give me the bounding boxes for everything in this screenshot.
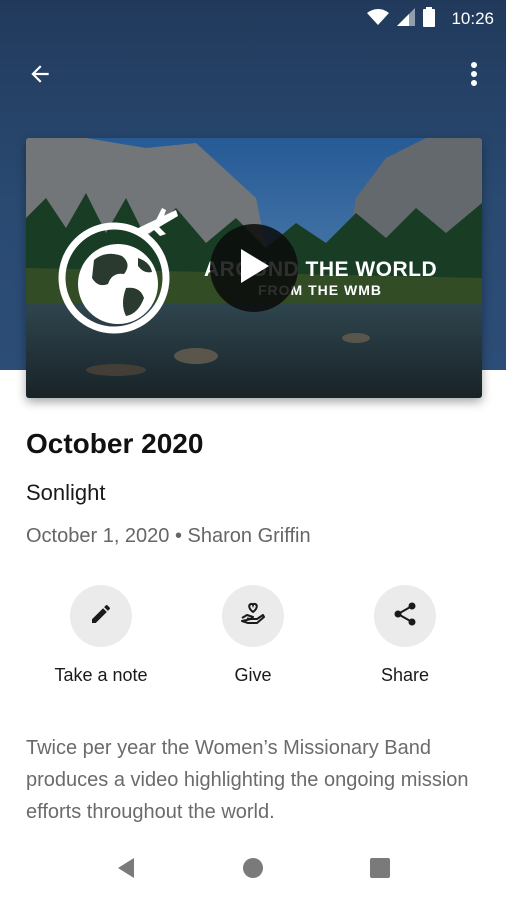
description-text: Twice per year the Women’s Missionary Ba… xyxy=(26,737,469,823)
arrow-back-icon xyxy=(27,61,53,92)
nav-home-icon xyxy=(242,857,264,884)
battery-icon xyxy=(423,6,436,32)
series-name: Sonlight xyxy=(26,480,106,505)
nav-recents-icon xyxy=(370,857,390,883)
nav-back-icon xyxy=(116,857,136,884)
give-button[interactable]: Give xyxy=(178,585,328,686)
overflow-menu-button[interactable] xyxy=(454,56,494,96)
play-button[interactable] xyxy=(210,224,298,312)
nav-home-button[interactable] xyxy=(233,850,273,890)
play-icon xyxy=(237,247,271,290)
more-vert-icon xyxy=(470,61,478,92)
back-button[interactable] xyxy=(20,56,60,96)
take-a-note-circle xyxy=(70,585,132,647)
nav-back-button[interactable] xyxy=(106,850,146,890)
app-bar xyxy=(0,48,506,100)
share-button[interactable]: Share xyxy=(330,585,480,686)
share-label: Share xyxy=(380,665,430,685)
pencil-icon xyxy=(89,602,113,631)
date-author: October 1, 2020 • Sharon Griffin xyxy=(26,525,311,547)
status-bar: 10:26 xyxy=(0,0,506,38)
share-icon xyxy=(393,601,417,632)
give-label: Give xyxy=(234,665,272,685)
give-heart-hand-icon xyxy=(239,600,267,633)
signal-icon xyxy=(397,7,416,31)
page-title: October 2020 xyxy=(26,428,204,459)
action-row: Take a note Give Share xyxy=(0,585,506,695)
status-time: 10:26 xyxy=(451,9,494,28)
give-circle xyxy=(222,585,284,647)
video-player[interactable]: AROUND THE WORLD FROM THE WMB xyxy=(26,138,482,398)
take-a-note-button[interactable]: Take a note xyxy=(26,585,176,686)
take-a-note-label: Take a note xyxy=(54,665,148,685)
nav-recents-button[interactable] xyxy=(360,850,400,890)
system-nav-bar xyxy=(0,840,506,900)
share-circle xyxy=(374,585,436,647)
wifi-icon xyxy=(367,8,390,31)
